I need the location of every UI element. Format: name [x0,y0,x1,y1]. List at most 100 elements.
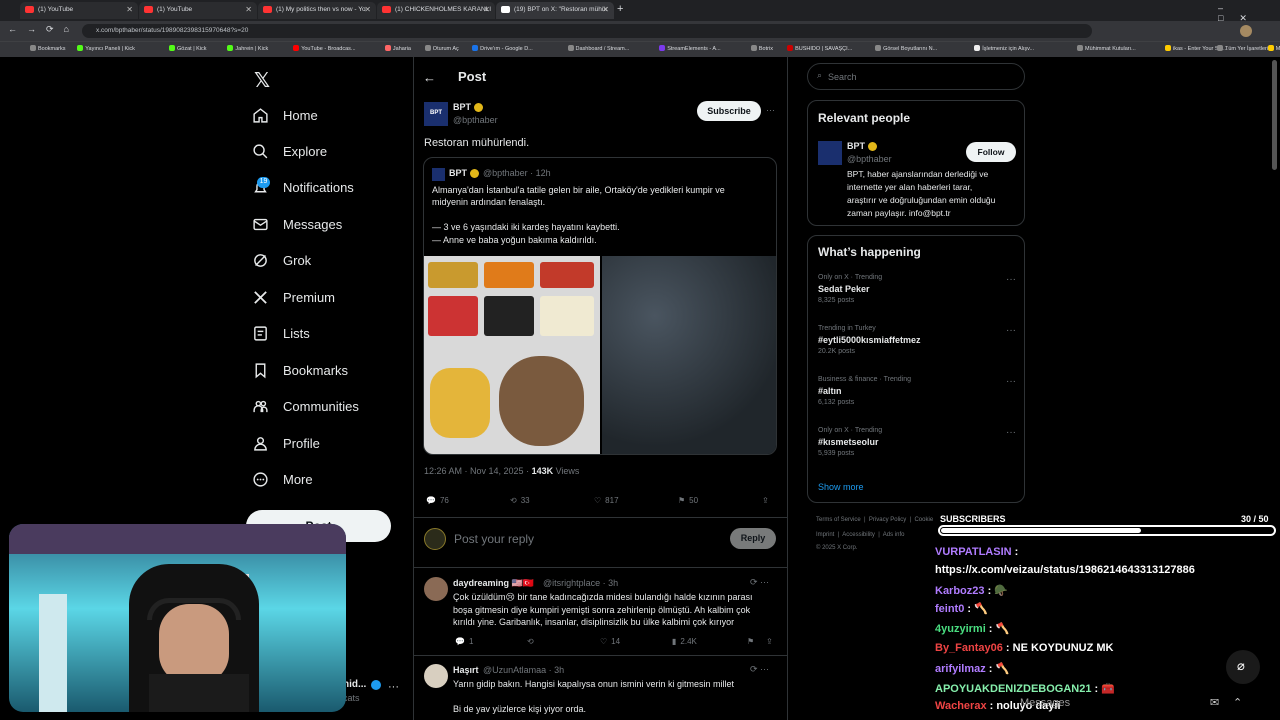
show-more-link[interactable]: Show more [818,482,864,492]
browser-tab-active[interactable]: (19) BPT on X: "Restoran mühür ✕ [496,2,614,19]
like-button[interactable]: ♡ 14 [600,637,620,646]
grok-icon[interactable]: ⟳ ··· [750,664,769,675]
bookmark-item[interactable]: Yayıncı Paneli | Kick [77,45,135,52]
sidebar-item-premium[interactable]: Premium [252,282,335,312]
reply-author[interactable]: Haşırt [453,665,479,675]
scrollbar[interactable] [1272,60,1277,170]
bookmark-item[interactable]: Jahrein | Kick [227,45,268,52]
like-button[interactable]: ♡ 817 [594,496,619,505]
close-icon[interactable]: ✕ [245,5,252,14]
bookmark-item[interactable]: My Invoices - Invoic... [1267,45,1280,52]
more-icon[interactable]: ··· [1006,427,1016,438]
bookmark-item[interactable]: Görsel Boyutlarını N... [875,45,937,52]
author-name[interactable]: BPT [453,102,471,112]
reply-author[interactable]: daydreaming 🇺🇸🇹🇷 [453,578,534,589]
views-button[interactable]: ▮ 2.4K [672,637,697,646]
bookmark-item[interactable]: YouTube - Broadcas... [293,45,356,52]
avatar[interactable] [818,141,842,165]
reply-input[interactable]: Post your reply [454,532,719,546]
author-handle[interactable]: @bpthaber [453,115,498,125]
nav-buttons[interactable]: ←→⟳⌂ [8,24,79,35]
bookmark-item[interactable]: Botrix [750,45,773,52]
bookmark-item[interactable]: Bookmarks [30,45,66,52]
close-icon[interactable]: ✕ [364,5,371,14]
reply-button[interactable]: 💬 1 [455,637,473,646]
bookmark-item[interactable]: Oturum Aç [424,45,459,52]
grok-icon[interactable]: ⟳ ··· [750,577,769,588]
sidebar-item-grok[interactable]: Grok [252,245,311,275]
chat-message: arifyilmaz : 🪓 [935,662,1009,675]
footer-links[interactable]: Terms of Service | Privacy Policy | Cook… [816,517,933,523]
avatar[interactable] [424,577,448,601]
trend-item[interactable]: Trending in Turkey #eytli5000kısmiaffetme… [818,325,1016,355]
close-icon[interactable]: ✕ [126,5,133,14]
back-arrow-icon[interactable]: ← [423,70,436,85]
avatar[interactable]: BPT [424,102,448,126]
close-icon[interactable]: ✕ [483,5,490,14]
subs-goal-count: 30 / 50 [1241,514,1269,524]
sidebar-item-home[interactable]: Home [252,100,318,130]
more-icon[interactable]: ··· [388,681,399,693]
bookmark-button[interactable]: ⚑ 50 [678,496,698,505]
quoted-post[interactable]: BPT @bpthaber · 12h Almanya'dan İstanbul… [423,157,777,455]
browser-tab[interactable]: (1) YouTube ✕ [139,2,257,19]
trend-item[interactable]: Only on X · Trending #kısmetseolur 5,939 p… [818,427,1016,457]
sidebar-item-label: Bookmarks [283,362,349,378]
sidebar-item-explore[interactable]: Explore [252,136,327,166]
compose-message-icon[interactable]: ✉ [1210,696,1219,709]
bookmark-item[interactable]: Tüm Yer İşaretleri [1217,45,1268,52]
url-field[interactable]: x.com/bpthaber/status/198908239831597064… [82,24,1092,38]
bookmark-item[interactable]: Mühimmat Kutuları... [1077,45,1136,52]
browser-tab[interactable]: (1) My politics then vs now - Yo ✕ [258,2,376,19]
leaf-icon[interactable]: ⌀ [1226,650,1260,684]
trend-item[interactable]: Only on X · Trending Sedat Peker 8,325 pos… [818,274,1016,304]
bookmark-icon[interactable]: ⚑ [747,637,754,646]
more-icon[interactable]: ··· [766,105,775,115]
reply-count: 76 [439,496,449,505]
people-icon [253,400,268,412]
follow-button[interactable]: Follow [966,142,1016,162]
sidebar-item-profile[interactable]: Profile [252,428,320,458]
new-tab-icon[interactable]: + [617,3,623,15]
sidebar-item-messages[interactable]: Messages [252,209,342,239]
avatar[interactable] [424,664,448,688]
reply-button[interactable]: 💬 76 [426,496,449,505]
x-logo-icon[interactable]: 𝕏 [254,68,270,93]
person-name[interactable]: BPT [847,141,865,151]
browser-tab[interactable]: (1) YouTube ✕ [20,2,138,19]
sidebar-item-communities[interactable]: Communities [252,391,359,421]
bookmark-item[interactable]: BUSHIDO | SAVAŞÇI... [787,45,852,52]
card-title: Relevant people [818,111,911,125]
subscribe-button[interactable]: Subscribe [697,101,761,121]
more-icon[interactable]: ··· [1006,325,1016,336]
share-icon[interactable]: ⇪ [762,496,769,505]
quote-text-line: midyenin ardından fenalaştı. [432,197,546,207]
mussels-image[interactable] [602,256,776,454]
sidebar-item-more[interactable]: More [252,464,313,494]
sidebar-item-bookmarks[interactable]: Bookmarks [252,355,348,385]
browser-tab[interactable]: (1) CHICKENHOLMES KARANLI ✕ [377,2,495,19]
footer-links[interactable]: Imprint | Accessibility | Ads info [816,532,904,538]
messages-drawer-label[interactable]: Messages [1020,697,1070,709]
bookmark-item[interactable]: Jaharia [384,45,411,52]
share-icon[interactable]: ⇪ [766,637,773,646]
reply-submit-button[interactable]: Reply [730,528,776,549]
repost-button[interactable]: ⟲ 33 [510,496,530,505]
sidebar-item-lists[interactable]: Lists [252,318,310,348]
food-tray [428,296,478,336]
bookmark-item[interactable]: İşletmeniz için Alışv... [974,45,1034,52]
close-icon[interactable]: ✕ [602,5,609,14]
account-name[interactable]: hid... [343,679,366,690]
bookmark-item[interactable]: Dashboard / Stream... [567,45,629,52]
bookmark-item[interactable]: Drive'ım - Google D... [472,45,533,52]
bookmark-item[interactable]: Gözat | Kick [169,45,207,52]
chevron-up-icon[interactable]: ⌃ [1233,696,1242,709]
repost-icon[interactable]: ⟲ [527,637,534,646]
more-icon[interactable]: ··· [1006,274,1016,285]
trend-item[interactable]: Business & finance · Trending #altın 6,132… [818,376,1016,406]
more-icon[interactable]: ··· [1006,376,1016,387]
avatar[interactable] [1240,25,1252,37]
bookmark-item[interactable]: StreamElements - A... [659,45,721,52]
search-input[interactable]: ⌕ Search [807,63,1025,90]
kumpir-image[interactable] [424,256,600,454]
